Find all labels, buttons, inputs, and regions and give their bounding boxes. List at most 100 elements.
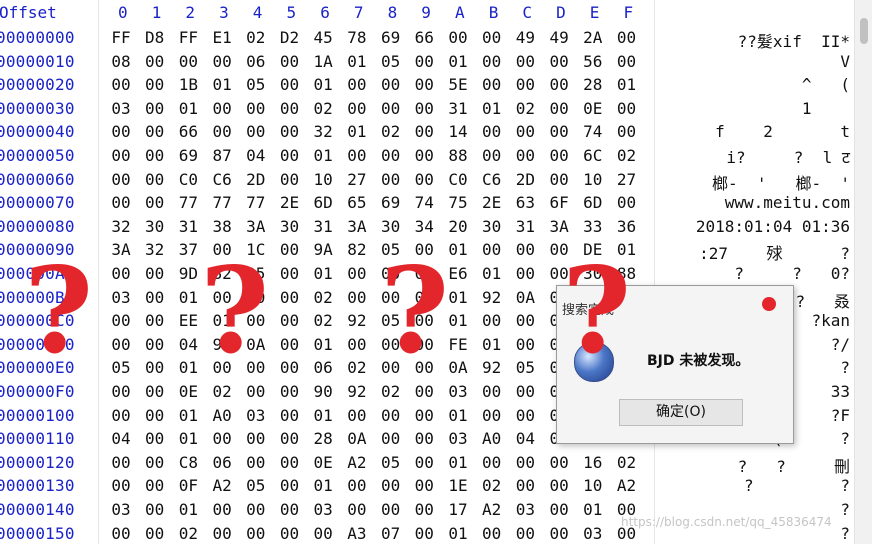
hex-byte[interactable]: 00 [376, 99, 406, 118]
hex-byte[interactable]: 6F [544, 193, 574, 212]
hex-byte[interactable]: EE [173, 311, 203, 330]
hex-byte[interactable]: 00 [140, 146, 170, 165]
hex-byte[interactable]: 00 [510, 264, 540, 283]
hex-byte[interactable]: 00 [275, 99, 305, 118]
hex-byte[interactable]: 00 [409, 382, 439, 401]
hex-byte[interactable]: 05 [241, 75, 271, 94]
hex-byte[interactable]: 00 [106, 406, 136, 425]
hex-byte[interactable]: 92 [477, 358, 507, 377]
hex-byte[interactable]: 00 [409, 453, 439, 472]
hex-byte[interactable]: 04 [106, 429, 136, 448]
hex-byte[interactable]: 00 [140, 453, 170, 472]
hex-byte[interactable]: 01 [477, 335, 507, 354]
hex-byte[interactable]: 00 [140, 99, 170, 118]
hex-byte[interactable]: 00 [275, 476, 305, 495]
hex-byte[interactable]: 00 [106, 476, 136, 495]
hex-byte[interactable]: 01 [477, 264, 507, 283]
hex-byte[interactable]: 74 [409, 193, 439, 212]
hex-byte[interactable]: 3A [241, 217, 271, 236]
hex-byte[interactable]: 6C [578, 146, 608, 165]
hex-byte[interactable]: 00 [106, 264, 136, 283]
hex-byte[interactable]: 02 [241, 28, 271, 47]
hex-byte[interactable]: 03 [510, 500, 540, 519]
hex-byte[interactable]: 00 [140, 500, 170, 519]
hex-byte[interactable]: 00 [510, 524, 540, 543]
hex-byte[interactable]: 00 [342, 335, 372, 354]
hex-byte[interactable]: 04 [510, 429, 540, 448]
hex-byte[interactable]: 00 [544, 99, 574, 118]
hex-byte[interactable]: 00 [544, 52, 574, 71]
hex-byte[interactable]: 01 [612, 75, 642, 94]
hex-byte[interactable]: 00 [207, 500, 237, 519]
hex-byte[interactable]: 08 [106, 52, 136, 71]
hex-byte[interactable]: 00 [544, 500, 574, 519]
hex-byte[interactable]: 32 [106, 217, 136, 236]
hex-byte[interactable]: 05 [241, 476, 271, 495]
hex-byte[interactable]: 00 [376, 476, 406, 495]
hex-byte[interactable]: 00 [207, 429, 237, 448]
hex-byte[interactable]: 30 [477, 217, 507, 236]
hex-byte[interactable]: 00 [510, 476, 540, 495]
hex-byte[interactable]: 00 [275, 358, 305, 377]
hex-byte[interactable]: 6D [308, 193, 338, 212]
hex-byte[interactable]: 90 [308, 382, 338, 401]
hex-byte[interactable]: 01 [308, 146, 338, 165]
hex-byte[interactable]: 00 [207, 524, 237, 543]
hex-byte[interactable]: 20 [443, 217, 473, 236]
hex-byte[interactable]: 9D [173, 264, 203, 283]
hex-byte[interactable]: 37 [173, 240, 203, 259]
hex-byte[interactable]: 00 [106, 122, 136, 141]
hex-byte[interactable]: 02 [342, 358, 372, 377]
hex-byte[interactable]: 00 [106, 311, 136, 330]
hex-byte[interactable]: 00 [510, 240, 540, 259]
hex-byte[interactable]: 00 [275, 264, 305, 283]
hex-byte[interactable]: 01 [207, 75, 237, 94]
hex-byte[interactable]: 10 [578, 476, 608, 495]
hex-byte[interactable]: 00 [241, 429, 271, 448]
hex-byte[interactable]: 02 [308, 288, 338, 307]
hex-byte[interactable]: 06 [308, 358, 338, 377]
hex-byte[interactable]: 00 [241, 382, 271, 401]
hex-byte[interactable]: 87 [207, 146, 237, 165]
hex-byte[interactable]: 27 [612, 170, 642, 189]
hex-byte[interactable]: 00 [275, 524, 305, 543]
hex-byte[interactable]: 00 [376, 170, 406, 189]
hex-byte[interactable]: 00 [409, 429, 439, 448]
hex-byte[interactable]: 00 [612, 122, 642, 141]
hex-byte[interactable]: 00 [544, 476, 574, 495]
hex-byte[interactable]: 6D [578, 193, 608, 212]
hex-byte[interactable]: 88 [443, 146, 473, 165]
hex-byte[interactable]: 00 [409, 99, 439, 118]
hex-byte[interactable]: 00 [241, 453, 271, 472]
hex-byte[interactable]: 1A [308, 52, 338, 71]
hex-byte[interactable]: 00 [140, 264, 170, 283]
hex-byte[interactable]: 02 [477, 476, 507, 495]
hex-byte[interactable]: 38 [207, 217, 237, 236]
hex-byte[interactable]: 01 [173, 99, 203, 118]
hex-byte[interactable]: 31 [173, 217, 203, 236]
hex-byte[interactable]: 17 [443, 500, 473, 519]
hex-byte[interactable]: 92 [477, 288, 507, 307]
hex-byte[interactable]: 00 [477, 75, 507, 94]
hex-byte[interactable]: 00 [477, 382, 507, 401]
hex-byte[interactable]: A0 [477, 429, 507, 448]
hex-byte[interactable]: 69 [376, 193, 406, 212]
hex-byte[interactable]: 00 [275, 406, 305, 425]
hex-byte[interactable]: 02 [207, 382, 237, 401]
hex-byte[interactable]: 0A [510, 288, 540, 307]
hex-byte[interactable]: 77 [207, 193, 237, 212]
hex-byte[interactable]: 00 [275, 429, 305, 448]
hex-byte[interactable]: 3A [342, 217, 372, 236]
hex-byte[interactable]: 00 [140, 429, 170, 448]
hex-byte[interactable]: 00 [510, 311, 540, 330]
hex-byte[interactable]: C0 [173, 170, 203, 189]
hex-byte[interactable]: 05 [510, 358, 540, 377]
hex-byte[interactable]: 02 [612, 453, 642, 472]
hex-byte[interactable]: 36 [612, 217, 642, 236]
hex-byte[interactable]: 02 [376, 382, 406, 401]
hex-byte[interactable]: 00 [140, 193, 170, 212]
hex-byte[interactable]: 00 [409, 146, 439, 165]
hex-byte[interactable]: 00 [510, 453, 540, 472]
hex-byte[interactable]: 16 [578, 453, 608, 472]
hex-byte[interactable]: 1B [173, 75, 203, 94]
